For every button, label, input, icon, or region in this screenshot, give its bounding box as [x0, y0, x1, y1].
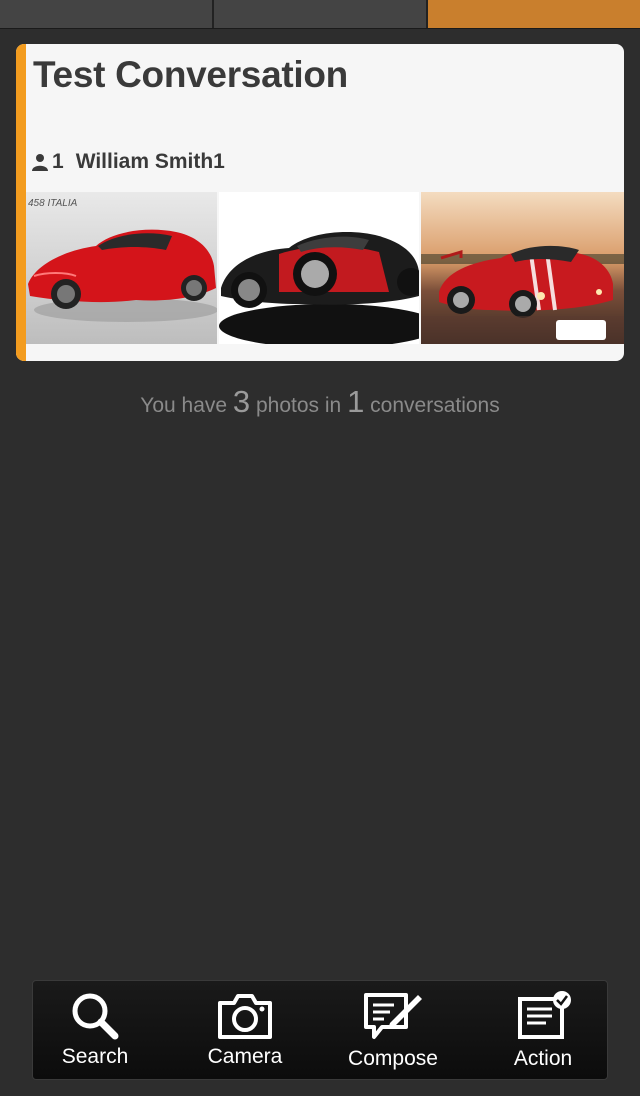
participants-row: 1 William Smith1 — [32, 150, 225, 174]
top-tabs — [0, 0, 640, 28]
card-accent-stripe — [16, 44, 26, 361]
comment-count: 1 — [110, 358, 124, 361]
tab-1[interactable] — [0, 0, 214, 28]
camera-label: Camera — [207, 1045, 283, 1068]
search-button[interactable]: Search — [39, 981, 151, 1079]
summary-middle: photos in — [256, 394, 342, 417]
action-button[interactable]: Action — [487, 981, 599, 1079]
photo-count: 3 — [56, 358, 70, 361]
camera-button[interactable]: Camera — [189, 981, 301, 1079]
person-icon — [32, 154, 48, 171]
summary-suffix: conversations — [370, 394, 500, 417]
svg-text:458 ITALIA: 458 ITALIA — [28, 198, 78, 209]
conversation-card[interactable]: Test Conversation 1 William Smith1 458 I… — [16, 44, 624, 361]
camera-icon — [218, 994, 272, 1039]
summary-prefix: You have — [140, 394, 228, 417]
photo-thumbnail-1[interactable]: 458 ITALIA — [26, 192, 217, 344]
compose-icon — [364, 993, 422, 1039]
search-label: Search — [61, 1045, 129, 1068]
action-checklist-icon — [518, 991, 571, 1039]
summary-text: You have 3 photos in 1 conversations — [0, 384, 640, 420]
conversation-title: Test Conversation — [33, 54, 348, 95]
compose-label: Compose — [348, 1047, 438, 1070]
participant-name: William Smith1 — [75, 150, 225, 173]
summary-photo-count: 3 — [232, 384, 251, 419]
card-badge — [556, 320, 606, 340]
action-label: Action — [513, 1047, 573, 1070]
search-icon — [72, 993, 119, 1040]
summary-conversation-count: 1 — [347, 384, 365, 419]
tabs-divider — [0, 28, 640, 29]
tab-2[interactable] — [214, 0, 428, 28]
action-bar: Search Camera Compose Action — [32, 980, 608, 1080]
photo-thumbnail-2[interactable] — [219, 192, 419, 344]
stats-row: 3 1 — [32, 358, 125, 361]
red-ferrari-car: 458 ITALIA — [28, 198, 217, 322]
participant-count: 1 — [52, 150, 64, 173]
tab-3-active[interactable] — [428, 0, 640, 28]
photo-strip: 458 ITALIA — [26, 192, 624, 344]
black-red-concept-car — [219, 232, 419, 344]
compose-button[interactable]: Compose — [333, 981, 453, 1079]
